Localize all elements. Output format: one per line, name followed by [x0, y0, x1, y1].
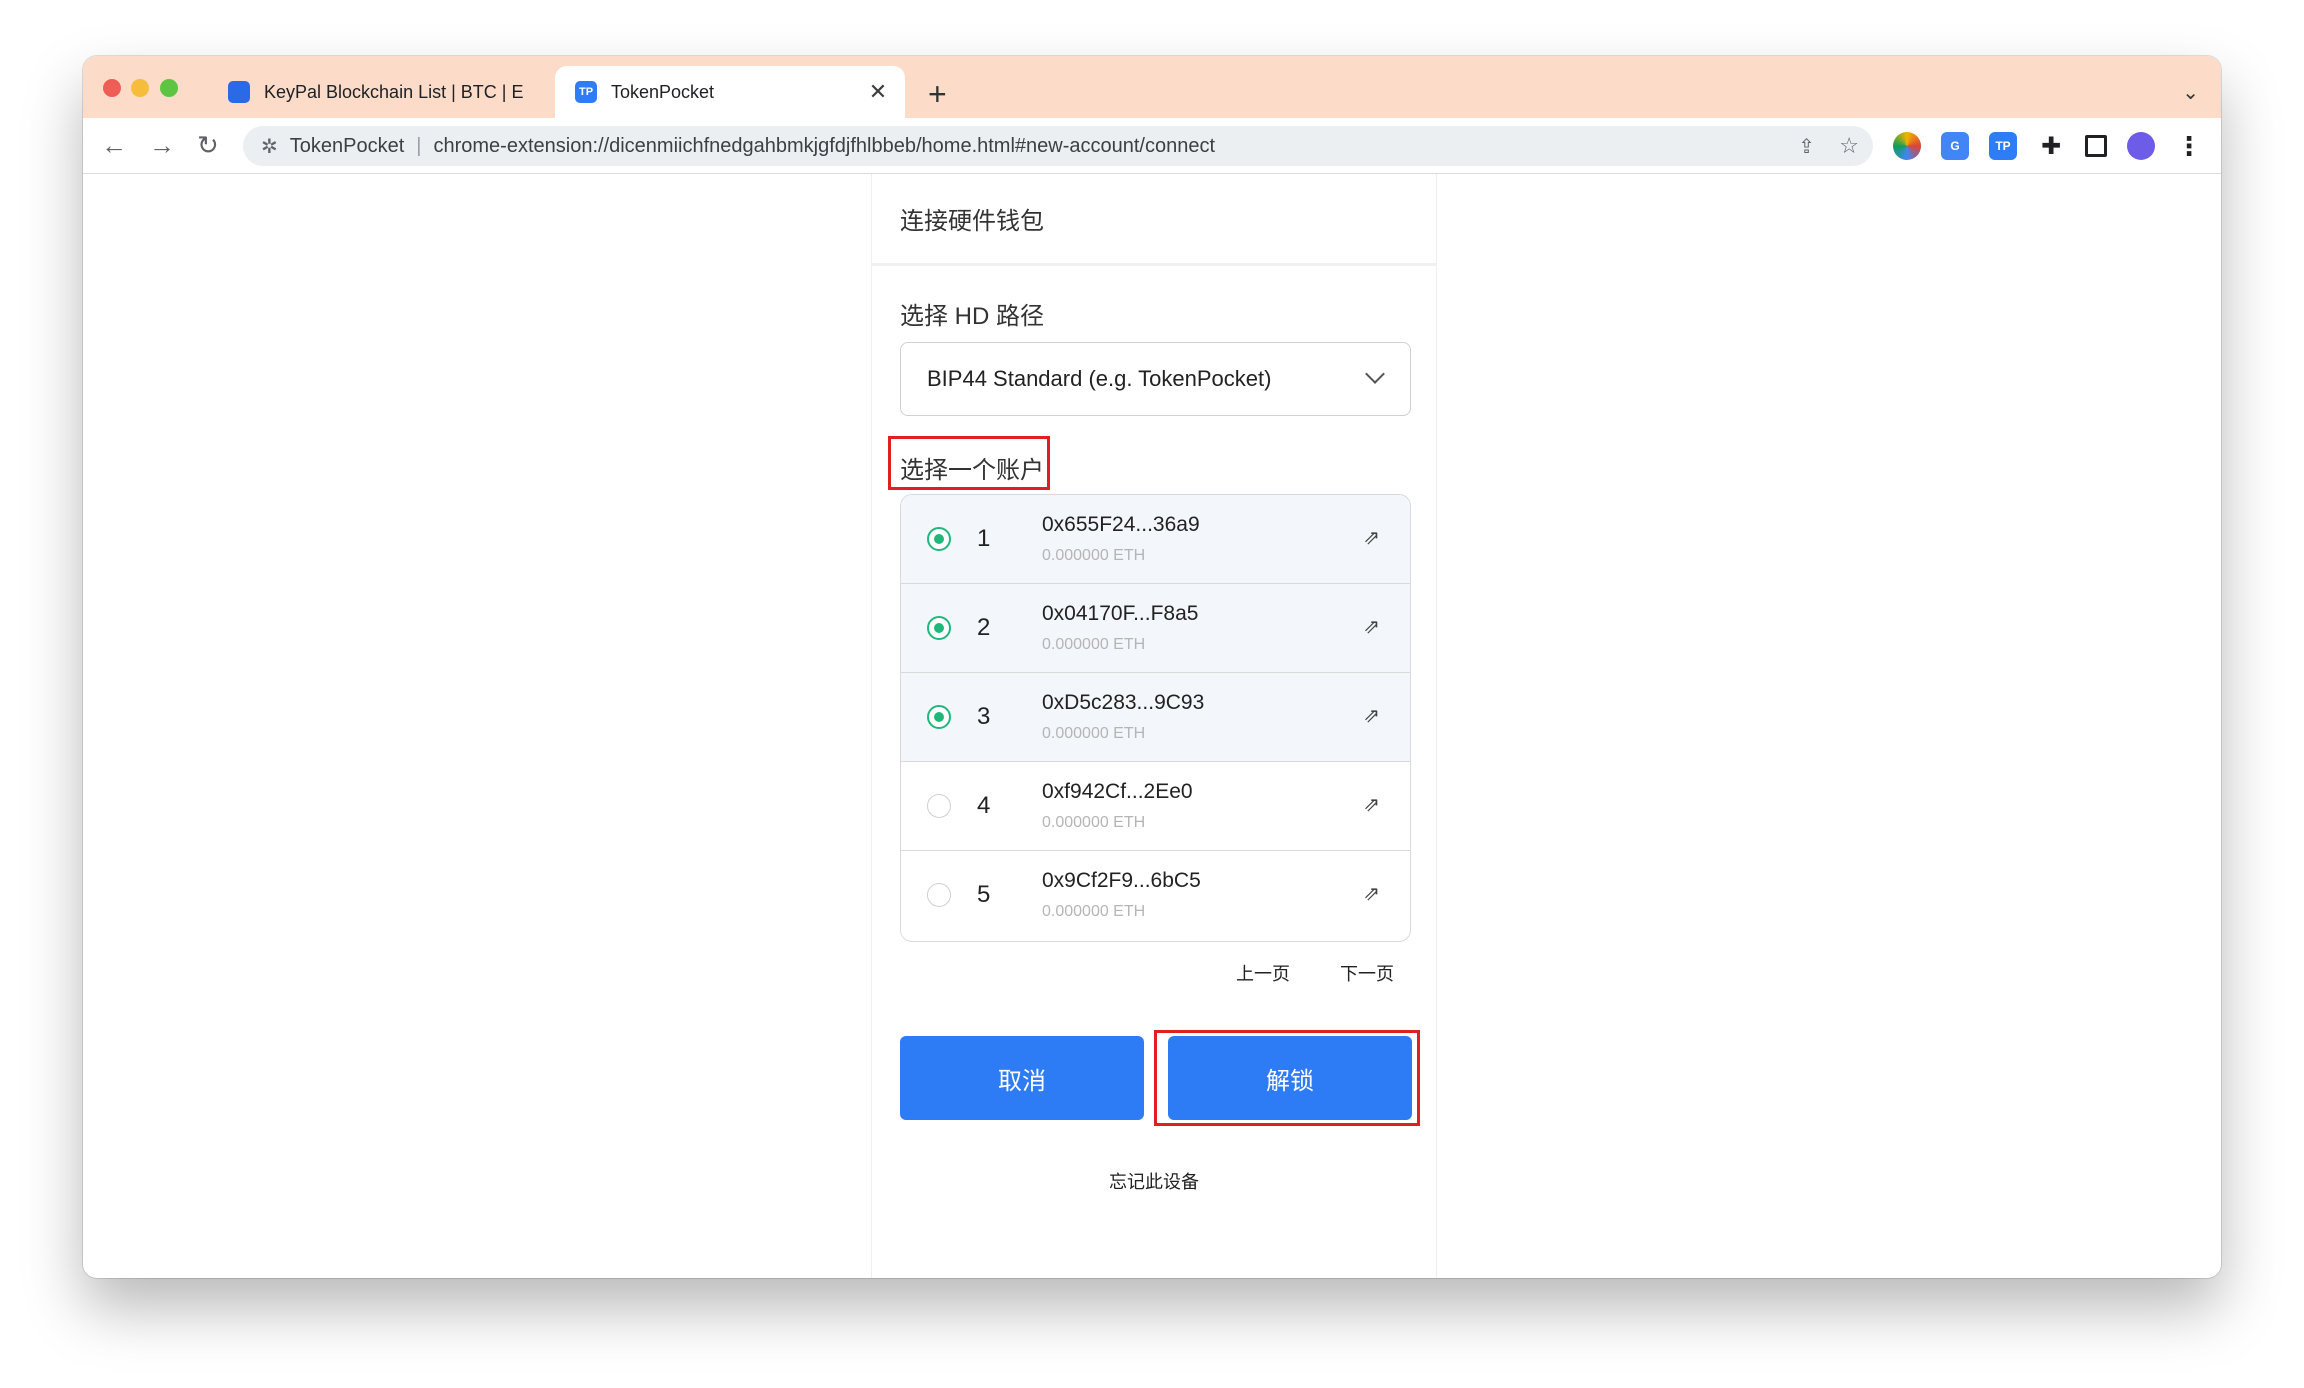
page-title: 连接硬件钱包 — [872, 174, 1436, 266]
external-link-icon[interactable]: ⇗ — [1363, 792, 1380, 817]
new-tab-button[interactable]: + — [928, 74, 947, 114]
tab-tokenpocket[interactable]: TP TokenPocket ✕ — [555, 66, 905, 118]
google-translate-icon[interactable]: G — [1941, 132, 1969, 160]
account-index: 2 — [977, 614, 991, 641]
connect-hardware-panel: 连接硬件钱包 选择 HD 路径 BIP44 Standard (e.g. Tok… — [871, 174, 1437, 1278]
account-index: 3 — [977, 703, 991, 730]
external-link-icon[interactable]: ⇗ — [1363, 881, 1380, 906]
bookmark-star-icon[interactable]: ☆ — [1839, 133, 1859, 159]
account-row[interactable]: 2 0x04170F...F8a5 0.000000 ETH ⇗ — [901, 584, 1410, 673]
tokenpocket-icon[interactable]: TP — [1989, 132, 2017, 160]
hd-path-value: BIP44 Standard (e.g. TokenPocket) — [927, 366, 1272, 391]
tab-close-icon[interactable]: ✕ — [865, 79, 891, 105]
account-address: 0x9Cf2F9...6bC5 — [1042, 869, 1201, 892]
account-address: 0xf942Cf...2Ee0 — [1042, 780, 1193, 803]
account-row[interactable]: 5 0x9Cf2F9...6bC5 0.000000 ETH ⇗ — [901, 851, 1410, 940]
menu-icon[interactable]: ⋮ — [2175, 131, 2203, 161]
url-text[interactable]: chrome-extension://dicenmiichfnedgahbmkj… — [433, 135, 1215, 158]
account-list: 1 0x655F24...36a9 0.000000 ETH ⇗ 2 0x041… — [900, 494, 1411, 942]
forward-arrow-icon[interactable]: → — [149, 130, 175, 160]
account-index: 4 — [977, 792, 991, 819]
external-link-icon[interactable]: ⇗ — [1363, 525, 1380, 550]
extensions-bar: G TP ✚ ⋮ — [1893, 131, 2221, 161]
tab-search-chevron-icon[interactable]: ⌄ — [2182, 80, 2199, 105]
highlight-box — [888, 436, 1050, 490]
account-row[interactable]: 3 0xD5c283...9C93 0.000000 ETH ⇗ — [901, 673, 1410, 762]
next-page-link[interactable]: 下一页 — [1340, 960, 1394, 986]
page-content: 连接硬件钱包 选择 HD 路径 BIP44 Standard (e.g. Tok… — [83, 174, 2221, 1278]
side-panel-icon[interactable] — [2085, 135, 2107, 157]
external-link-icon[interactable]: ⇗ — [1363, 703, 1380, 728]
account-address: 0xD5c283...9C93 — [1042, 691, 1205, 714]
account-index: 1 — [977, 525, 991, 552]
account-radio[interactable] — [927, 616, 951, 640]
zoom-window-button[interactable] — [160, 79, 178, 97]
reload-icon[interactable]: ↻ — [197, 130, 219, 160]
forget-device-link[interactable]: 忘记此设备 — [872, 1168, 1436, 1194]
colorful-extension-icon[interactable] — [1893, 132, 1921, 160]
title-bar: KeyPal Blockchain List | BTC | E ✕ TP To… — [83, 56, 2221, 118]
hd-path-label: 选择 HD 路径 — [900, 303, 1044, 330]
screenshot-stage: KeyPal Blockchain List | BTC | E ✕ TP To… — [0, 0, 2304, 1388]
close-window-button[interactable] — [103, 79, 121, 97]
puzzle-icon: ✲ — [261, 135, 278, 158]
back-arrow-icon[interactable]: ← — [101, 130, 127, 160]
tab-title: KeyPal Blockchain List | BTC | E — [264, 81, 524, 102]
account-row[interactable]: 1 0x655F24...36a9 0.000000 ETH ⇗ — [901, 495, 1410, 584]
account-balance: 0.000000 ETH — [1042, 725, 1146, 742]
tokenpocket-favicon-icon: TP — [575, 81, 597, 103]
address-bar[interactable]: ✲ TokenPocket | chrome-extension://dicen… — [243, 126, 1873, 166]
tab-title: TokenPocket — [611, 81, 715, 102]
site-name: TokenPocket — [289, 134, 405, 157]
account-radio[interactable] — [927, 705, 951, 729]
account-balance: 0.000000 ETH — [1042, 903, 1146, 920]
account-radio[interactable] — [927, 527, 951, 551]
account-balance: 0.000000 ETH — [1042, 547, 1146, 564]
share-icon[interactable]: ⇪ — [1798, 134, 1815, 159]
account-index: 5 — [977, 881, 991, 908]
browser-window: KeyPal Blockchain List | BTC | E ✕ TP To… — [83, 56, 2221, 1278]
hd-path-select[interactable]: BIP44 Standard (e.g. TokenPocket) — [900, 342, 1411, 416]
omnibox-divider: | — [416, 134, 422, 157]
account-radio[interactable] — [927, 883, 951, 907]
profile-avatar[interactable] — [2127, 132, 2155, 160]
account-address: 0x655F24...36a9 — [1042, 513, 1200, 536]
account-address: 0x04170F...F8a5 — [1042, 602, 1199, 625]
browser-toolbar: ← → ↻ ✲ TokenPocket | chrome-extension:/… — [83, 118, 2221, 174]
account-balance: 0.000000 ETH — [1042, 636, 1146, 653]
account-balance: 0.000000 ETH — [1042, 814, 1146, 831]
account-row[interactable]: 4 0xf942Cf...2Ee0 0.000000 ETH ⇗ — [901, 762, 1410, 851]
highlight-box — [1154, 1030, 1420, 1126]
external-link-icon[interactable]: ⇗ — [1363, 614, 1380, 639]
chevron-down-icon — [1365, 364, 1385, 384]
minimize-window-button[interactable] — [131, 79, 149, 97]
prev-page-link[interactable]: 上一页 — [1236, 960, 1290, 986]
cancel-button[interactable]: 取消 — [900, 1036, 1144, 1120]
account-radio[interactable] — [927, 794, 951, 818]
puzzle-icon[interactable]: ✚ — [2037, 132, 2065, 160]
keypal-favicon-icon — [228, 81, 250, 103]
